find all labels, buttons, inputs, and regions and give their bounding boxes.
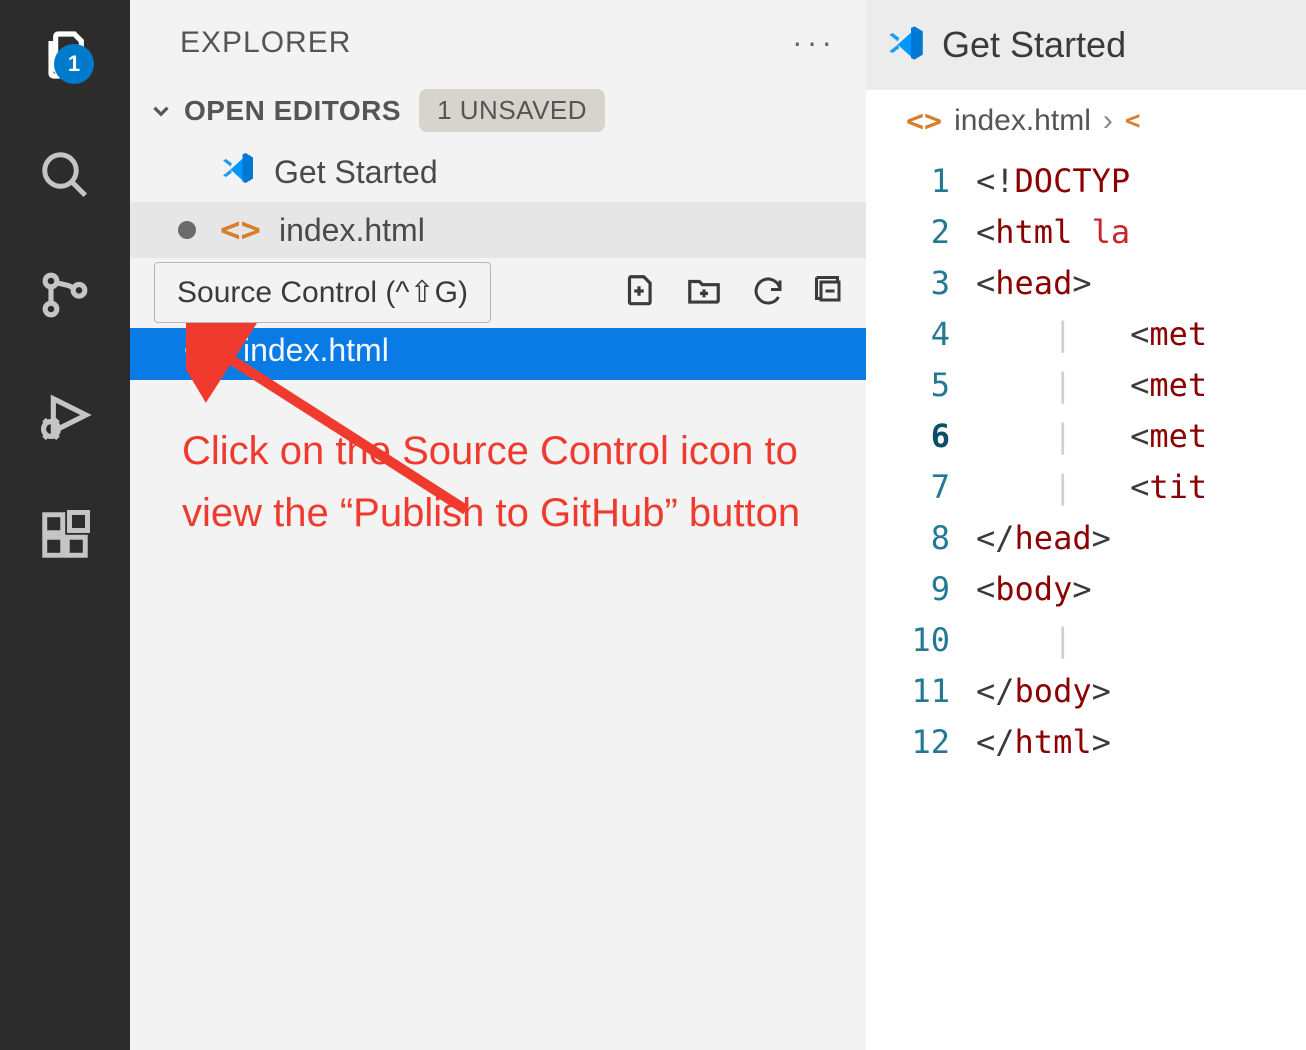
debug-icon	[37, 387, 93, 443]
file-tree-item-selected[interactable]: <> index.html	[130, 324, 866, 380]
html-file-icon: <>	[184, 330, 225, 370]
open-editor-label: Get Started	[274, 154, 438, 191]
breadcrumb-separator: ›	[1103, 104, 1113, 138]
more-actions-icon[interactable]: ···	[792, 24, 836, 61]
extensions-icon	[38, 508, 92, 562]
html-file-icon: <>	[220, 210, 261, 250]
explorer-title: EXPLORER	[180, 26, 351, 60]
search-activity[interactable]	[30, 140, 100, 210]
extensions-activity[interactable]	[30, 500, 100, 570]
editor-pane: Get Started <> index.html › < 1234567891…	[866, 0, 1306, 1050]
code-editor[interactable]: 123456789101112 <!DOCTYP<html la<head> |…	[866, 152, 1306, 768]
open-editors-section[interactable]: OPEN EDITORS 1 UNSAVED	[130, 79, 866, 142]
explorer-sidebar: EXPLORER ··· OPEN EDITORS 1 UNSAVED Get …	[130, 0, 866, 1050]
breadcrumb[interactable]: <> index.html › <	[866, 90, 1306, 152]
source-control-tooltip: Source Control (^⇧G)	[154, 262, 491, 323]
explorer-badge: 1	[54, 44, 94, 84]
html-file-icon: <>	[906, 104, 942, 139]
open-editor-index-html[interactable]: <> index.html	[130, 202, 866, 258]
annotation-text: Click on the Source Control icon to view…	[130, 380, 866, 544]
vscode-icon	[220, 150, 256, 194]
explorer-activity[interactable]: 1	[30, 20, 100, 90]
new-folder-icon[interactable]	[684, 272, 724, 315]
vscode-icon	[886, 23, 926, 68]
source-control-activity[interactable]	[30, 260, 100, 330]
open-editors-label: OPEN EDITORS	[184, 95, 401, 127]
run-debug-activity[interactable]	[30, 380, 100, 450]
breadcrumb-file: index.html	[954, 104, 1091, 138]
unsaved-badge: 1 UNSAVED	[419, 89, 605, 132]
editor-tab-bar: Get Started	[866, 0, 1306, 90]
html-element-icon: <	[1125, 106, 1141, 136]
new-file-icon[interactable]	[620, 272, 658, 315]
open-editor-get-started[interactable]: Get Started	[130, 142, 866, 202]
source-control-icon	[37, 267, 93, 323]
refresh-icon[interactable]	[750, 273, 786, 314]
unsaved-dot-icon	[178, 221, 196, 239]
file-name: index.html	[243, 332, 389, 369]
code-content[interactable]: <!DOCTYP<html la<head> | <met | <met | <…	[976, 152, 1306, 768]
chevron-down-icon	[148, 98, 174, 124]
line-gutter: 123456789101112	[866, 152, 976, 768]
activity-bar: 1	[0, 0, 130, 1050]
explorer-header: EXPLORER ···	[130, 0, 866, 79]
editor-tab[interactable]: Get Started	[942, 24, 1126, 66]
folder-section-header[interactable]: Source Control (^⇧G)	[130, 258, 866, 328]
collapse-all-icon[interactable]	[812, 273, 848, 314]
open-editor-label: index.html	[279, 212, 425, 249]
search-icon	[38, 148, 92, 202]
